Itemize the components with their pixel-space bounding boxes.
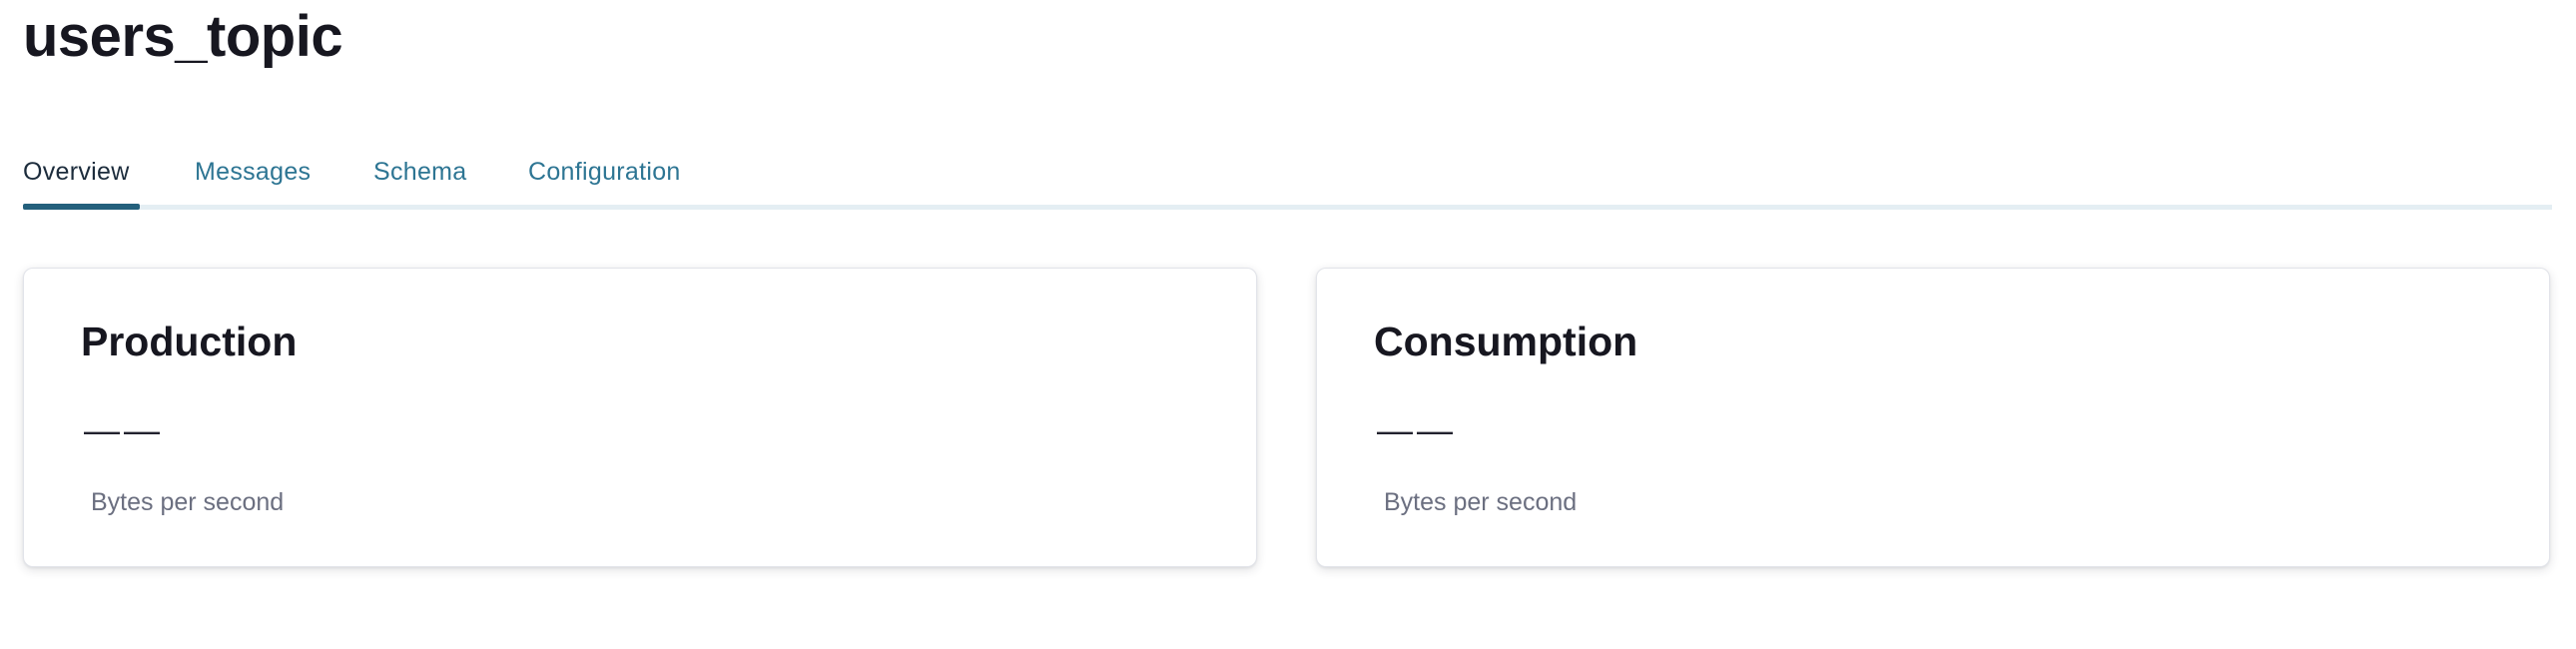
tab-schema[interactable]: Schema [373,150,475,210]
consumption-card: Consumption —— Bytes per second [1316,268,2550,567]
tab-configuration[interactable]: Configuration [528,150,708,210]
consumption-value: —— [1377,409,1457,450]
tab-messages[interactable]: Messages [195,150,324,210]
consumption-title: Consumption [1374,319,1638,364]
production-title: Production [81,319,298,364]
production-card: Production —— Bytes per second [23,268,1257,567]
page-title: users_topic [23,4,343,69]
tab-overview[interactable]: Overview [23,150,140,210]
production-value: —— [84,409,164,450]
consumption-unit: Bytes per second [1384,488,1578,516]
production-unit: Bytes per second [91,488,285,516]
topic-tabs: Overview Messages Schema Configuration [23,150,2552,210]
topic-page: users_topic Overview Messages Schema Con… [0,0,2576,649]
